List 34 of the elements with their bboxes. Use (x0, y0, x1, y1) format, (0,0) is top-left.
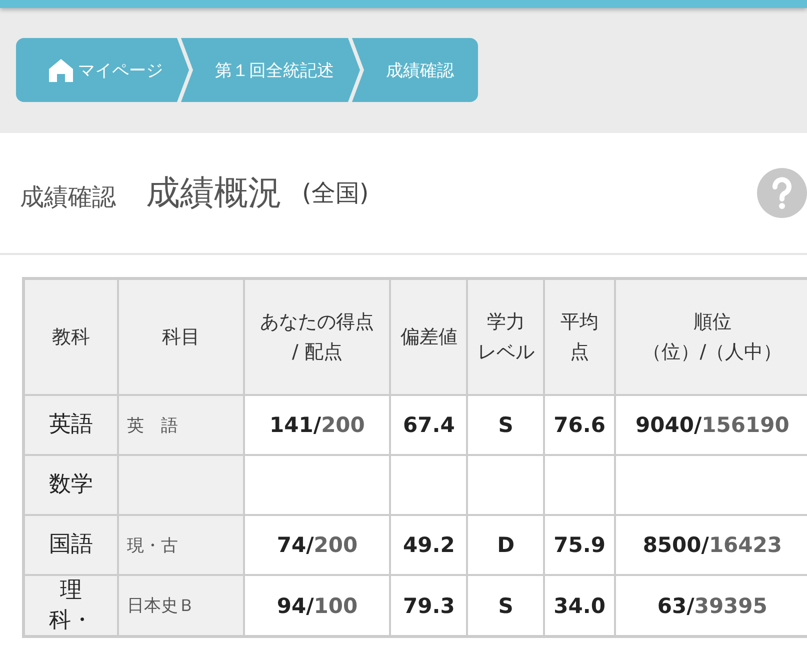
breadcrumb-link[interactable]: 第１回全統記述 (181, 38, 360, 102)
course-cell: 英 語 (118, 395, 244, 455)
column-header: 平均 (560, 310, 600, 335)
breadcrumb-link[interactable]: マイページ (16, 38, 189, 102)
page-title: 成績概況 (146, 172, 282, 215)
help-icon[interactable] (757, 168, 807, 218)
section-label: 成績確認 (20, 182, 116, 213)
subject-cell-text: 数学 (48, 471, 94, 500)
scope-label: (全国) (302, 178, 370, 209)
column-header: 教科 (51, 324, 91, 350)
column-header: 学力 (486, 310, 526, 335)
table-cell: 76.6 (544, 395, 615, 455)
column-header: レベル (476, 340, 536, 365)
table-cell: D (467, 515, 544, 575)
course-cell: 現・古 (118, 515, 244, 575)
column-header: （位）/（人中） (642, 340, 784, 365)
column-header: 偏差値 (399, 324, 458, 350)
column-header: 科目 (161, 324, 201, 350)
table-cell: 67.4 (390, 395, 468, 455)
home-icon (48, 58, 74, 82)
subject-cell-text: 理科・ (48, 577, 94, 635)
column-header: 順位 (692, 310, 732, 335)
table-cell: 75.9 (544, 515, 615, 575)
table-cell: S (467, 395, 544, 455)
table-cell: 49.2 (390, 515, 468, 575)
breadcrumb-link[interactable]: 成績確認 (352, 38, 478, 102)
column-header: / 配点 (291, 340, 344, 365)
column-header: 点 (569, 340, 590, 365)
course-cell: 日本史Ｂ (118, 575, 244, 637)
table-cell: 74/200 (244, 515, 390, 575)
subject-cell-text: 国語 (48, 531, 94, 560)
table-cell: 141/200 (244, 395, 390, 455)
subject-cell-text: 英語 (48, 411, 94, 440)
column-header: あなたの得点 (259, 310, 376, 335)
